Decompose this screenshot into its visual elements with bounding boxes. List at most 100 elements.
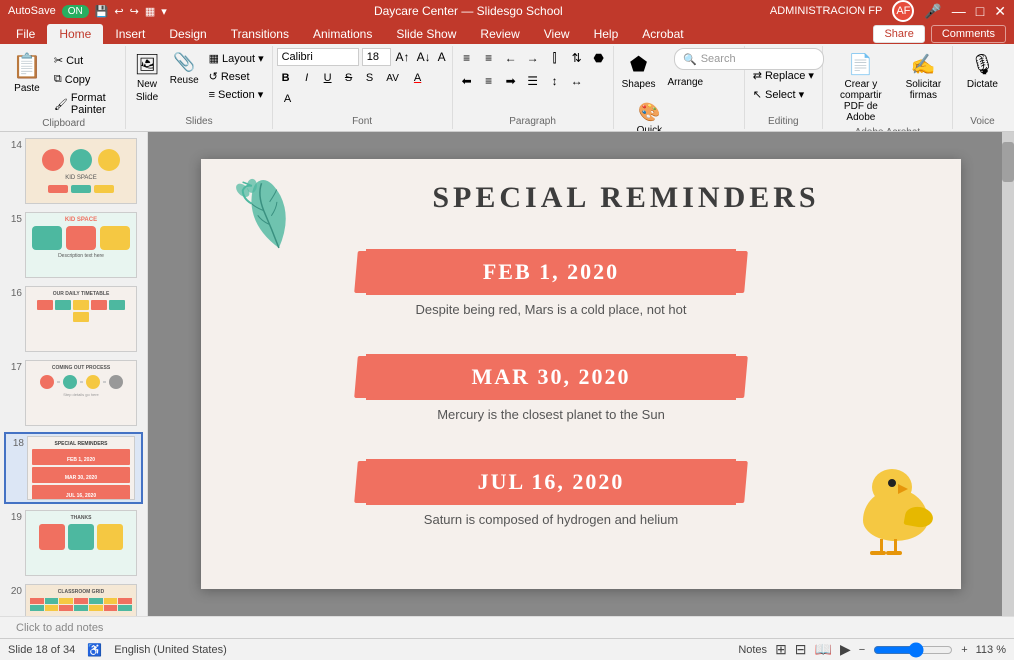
clear-format-button[interactable]: A — [436, 50, 448, 64]
section-button[interactable]: ≡ Section ▾ — [205, 86, 268, 103]
search-box[interactable]: 🔍 Search — [674, 48, 824, 70]
reuse-icon: 📎 — [173, 52, 195, 73]
reset-button[interactable]: ↺ Reset — [205, 68, 268, 85]
slide-thumb-20[interactable]: 20 CLASSROOM GRID — [4, 582, 143, 616]
highlight-color-button[interactable]: A — [277, 90, 299, 108]
font-decrease-button[interactable]: A↓ — [415, 50, 433, 64]
dropdown-icon[interactable]: ▾ — [161, 5, 167, 18]
font-name-box[interactable]: Calibri — [277, 48, 359, 66]
tab-slideshow[interactable]: Slide Show — [384, 24, 468, 44]
dictate-icon: 🎙 — [970, 52, 995, 77]
tab-view[interactable]: View — [532, 24, 582, 44]
redo-icon[interactable]: ↪ — [130, 5, 139, 18]
slide-thumb-19[interactable]: 19 THANKS — [4, 508, 143, 578]
microphone-icon[interactable]: 🎤 — [924, 3, 941, 20]
normal-view-button[interactable]: ⊞ — [775, 641, 787, 658]
quick-styles-button[interactable]: 🎨 Quick Quick Styles — [618, 98, 682, 132]
vertical-scrollbar[interactable] — [1002, 132, 1014, 616]
decrease-indent-button[interactable]: ← — [501, 48, 521, 68]
bullets-button[interactable]: ≡ — [457, 48, 477, 68]
save-icon[interactable]: 💾 — [95, 5, 109, 18]
maximize-button[interactable]: □ — [976, 3, 984, 19]
select-icon: ↖ — [753, 88, 762, 101]
columns-button[interactable]: ⫿ — [545, 48, 565, 68]
comments-button[interactable]: Comments — [931, 25, 1006, 43]
click-to-add-notes[interactable]: Click to add notes — [16, 622, 103, 634]
share-button[interactable]: Share — [873, 25, 924, 43]
tab-home[interactable]: Home — [47, 24, 103, 44]
shapes-button[interactable]: ⬟ Shapes — [618, 48, 660, 94]
tab-transitions[interactable]: Transitions — [219, 24, 301, 44]
zoom-slider[interactable] — [873, 644, 953, 656]
zoom-in-icon[interactable]: + — [961, 644, 967, 656]
font-label: Font — [277, 116, 448, 127]
tab-insert[interactable]: Insert — [103, 24, 157, 44]
undo-icon[interactable]: ↩ — [114, 5, 123, 18]
align-center-button[interactable]: ≡ — [479, 71, 499, 91]
select-button[interactable]: ↖ Select ▾ — [749, 86, 818, 103]
slide-info: Slide 18 of 34 — [8, 644, 75, 656]
close-button[interactable]: ✕ — [994, 3, 1006, 20]
status-right: Notes ⊞ ⊟ 📖 ▶ − + 113 % — [738, 641, 1006, 658]
zoom-out-icon[interactable]: − — [859, 644, 865, 656]
tab-help[interactable]: Help — [582, 24, 631, 44]
smart-art-button[interactable]: ⬣ — [589, 48, 609, 68]
slide-num-20: 20 — [6, 584, 22, 597]
scrollbar-thumb[interactable] — [1002, 142, 1014, 182]
paragraph-spacing-button[interactable]: ↔ — [567, 71, 587, 91]
slide-main[interactable]: SPECIAL REMINDERS FEB 1, 2020 Despite be… — [201, 159, 961, 589]
tab-file[interactable]: File — [4, 24, 47, 44]
italic-button[interactable]: I — [298, 69, 316, 87]
presenter-icon[interactable]: ▦ — [145, 5, 155, 18]
dictate-button[interactable]: 🎙 Dictate — [961, 48, 1004, 116]
numbering-button[interactable]: ≡ — [479, 48, 499, 68]
create-pdf-button[interactable]: 📄 Crear y compartir PDF de Adobe — [827, 48, 895, 127]
bold-button[interactable]: B — [277, 69, 295, 87]
font-increase-button[interactable]: A↑ — [394, 50, 412, 64]
slide-thumb-18[interactable]: 18 SPECIAL REMINDERS FEB 1, 2020 MAR 30,… — [4, 432, 143, 504]
strikethrough-button[interactable]: S — [340, 69, 358, 87]
reuse-button[interactable]: 📎 Reuse — [166, 48, 203, 90]
line-spacing-button[interactable]: ↕ — [545, 71, 565, 91]
paste-button[interactable]: 📋 Paste — [6, 48, 48, 98]
align-right-button[interactable]: ➡ — [501, 71, 521, 91]
align-left-button[interactable]: ⬅ — [457, 71, 477, 91]
tab-acrobat[interactable]: Acrobat — [630, 24, 695, 44]
notes-button[interactable]: Notes — [738, 644, 767, 656]
char-spacing-button[interactable]: AV — [382, 69, 404, 87]
format-painter-button[interactable]: 🖌 Format Painter — [50, 90, 121, 118]
tab-animations[interactable]: Animations — [301, 24, 384, 44]
layout-icon: ▦ — [209, 52, 219, 65]
reading-view-button[interactable]: 📖 — [815, 641, 832, 658]
slide-thumb-15[interactable]: 15 KID SPACE Description text here — [4, 210, 143, 280]
slide-img-18: SPECIAL REMINDERS FEB 1, 2020 MAR 30, 20… — [27, 436, 135, 500]
slide-thumb-17[interactable]: 17 COMING OUT PROCESS Step details go he… — [4, 358, 143, 428]
slideshow-button[interactable]: ▶ — [840, 641, 851, 658]
text-direction-button[interactable]: ⇅ — [567, 48, 587, 68]
slide-sorter-button[interactable]: ⊟ — [795, 641, 807, 658]
minimize-button[interactable]: — — [952, 3, 966, 19]
increase-indent-button[interactable]: → — [523, 48, 543, 68]
accessibility-icon[interactable]: ♿ — [87, 643, 102, 657]
tab-review[interactable]: Review — [468, 24, 531, 44]
slide-thumb-14[interactable]: 14 KID SPACE — [4, 136, 143, 206]
font-size-box[interactable]: 18 — [362, 48, 391, 66]
justify-button[interactable]: ☰ — [523, 71, 543, 91]
solicitar-button[interactable]: ✍ Solicitar firmas — [899, 48, 948, 105]
autosave-toggle[interactable]: ON — [62, 5, 89, 18]
copy-button[interactable]: ⧉ Copy — [50, 71, 121, 88]
status-bar: Slide 18 of 34 ♿ English (United States)… — [0, 638, 1014, 660]
text-shadow-button[interactable]: S — [361, 69, 379, 87]
font-color-button[interactable]: A — [407, 69, 429, 87]
new-slide-button[interactable]: 🖼 New Slide — [130, 48, 163, 107]
main-area: 14 KID SPACE 15 KID SPACE — [0, 132, 1014, 616]
tab-design[interactable]: Design — [157, 24, 218, 44]
chick-eye — [888, 479, 896, 487]
layout-button[interactable]: ▦ Layout ▾ — [205, 50, 268, 67]
cut-button[interactable]: ✂ Cut — [50, 52, 121, 69]
user-avatar[interactable]: AF — [892, 0, 914, 22]
underline-button[interactable]: U — [319, 69, 337, 87]
user-name: ADMINISTRACION FP — [770, 5, 882, 17]
slide-thumb-16[interactable]: 16 OUR DAILY TIMETABLE — [4, 284, 143, 354]
font-group: Calibri 18 A↑ A↓ A B I U S S AV A A Font — [273, 46, 453, 129]
